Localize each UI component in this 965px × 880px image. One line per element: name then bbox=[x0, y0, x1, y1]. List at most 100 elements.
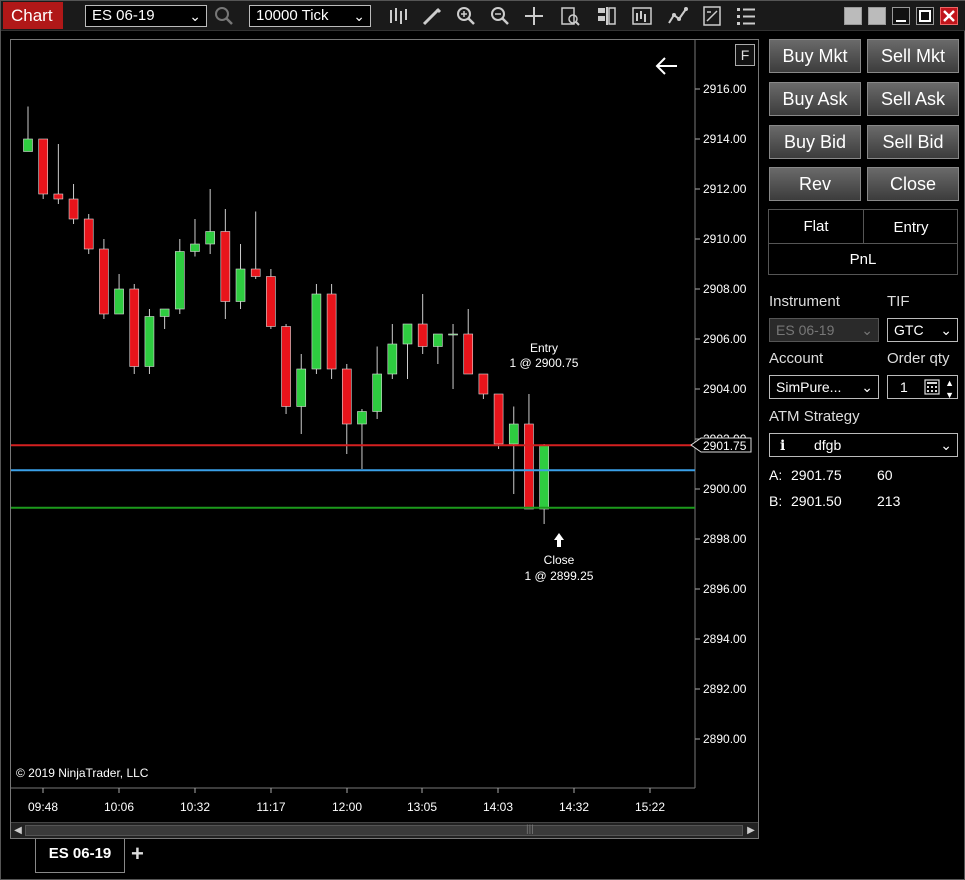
price-tick-label: 2900.00 bbox=[703, 482, 747, 496]
candle-down bbox=[326, 293, 337, 370]
candle bbox=[493, 393, 504, 449]
candle-up bbox=[235, 268, 246, 302]
arrow-left-icon[interactable] bbox=[653, 54, 681, 78]
price-tag: 2901.75 bbox=[690, 437, 752, 453]
maximize-icon bbox=[919, 10, 931, 22]
ask-size: 60 bbox=[877, 467, 893, 483]
price-axis[interactable]: 2916.00 2914.00 2912.00 2910.00 2908.00 2906.… bbox=[695, 82, 747, 746]
candle bbox=[448, 324, 458, 389]
buy-ask-button[interactable]: Buy Ask bbox=[769, 82, 861, 116]
maximize-button[interactable] bbox=[916, 7, 934, 25]
price-tick-label: 2910.00 bbox=[703, 232, 747, 246]
f-button[interactable]: F bbox=[735, 44, 755, 66]
candle bbox=[144, 309, 155, 374]
bid-price: 2901.50 bbox=[791, 493, 842, 509]
candle bbox=[372, 346, 382, 419]
candle bbox=[539, 444, 549, 524]
crosshair-icon[interactable] bbox=[523, 5, 545, 27]
candle bbox=[83, 214, 94, 254]
reverse-button[interactable]: Rev bbox=[769, 167, 861, 201]
strategies-icon[interactable] bbox=[667, 5, 689, 27]
add-tab-button[interactable]: + bbox=[131, 841, 144, 867]
indicators-icon[interactable] bbox=[631, 5, 653, 27]
candle-down bbox=[129, 288, 140, 367]
tif-select[interactable]: GTC ⌄ bbox=[887, 318, 958, 342]
price-tick-label: 2896.00 bbox=[703, 582, 747, 596]
candle bbox=[99, 239, 109, 319]
chevron-down-icon: ⌄ bbox=[353, 8, 365, 24]
instrument-field-value: ES 06-19 bbox=[776, 322, 835, 338]
templates-icon[interactable] bbox=[701, 5, 723, 27]
decrement-icon[interactable]: ▼ bbox=[945, 384, 954, 398]
candle bbox=[281, 324, 291, 414]
chevron-down-icon: ⌄ bbox=[861, 379, 873, 395]
chevron-down-icon: ⌄ bbox=[189, 8, 201, 24]
candle bbox=[478, 373, 489, 399]
price-chart[interactable]: 2916.00 2914.00 2912.00 2910.00 2908.00 2906.… bbox=[11, 40, 758, 822]
bar-type-icon[interactable] bbox=[387, 5, 409, 27]
chevron-down-icon: ⌄ bbox=[940, 322, 952, 338]
horizontal-scrollbar[interactable]: ◀ ||| ▶ bbox=[11, 822, 758, 838]
time-tick-label: 14:32 bbox=[559, 800, 589, 814]
candle bbox=[402, 323, 413, 379]
pencil-drawing-icon[interactable] bbox=[421, 5, 443, 27]
candle-down bbox=[281, 326, 291, 407]
entry-detail-label: 1 @ 2900.75 bbox=[510, 356, 579, 370]
candle-up bbox=[205, 231, 215, 245]
candle-up bbox=[357, 411, 367, 425]
candle bbox=[53, 144, 64, 204]
candle bbox=[38, 138, 48, 199]
close-window-button[interactable] bbox=[940, 7, 958, 25]
buy-mkt-button[interactable]: Buy Mkt bbox=[769, 39, 861, 73]
candle bbox=[235, 244, 246, 309]
time-axis[interactable]: 09:48 10:06 10:32 11:17 12:00 13:05 14:03 14:32… bbox=[28, 788, 665, 814]
window-color-button[interactable] bbox=[844, 7, 862, 25]
close-label: Close bbox=[544, 553, 575, 567]
scroll-thumb[interactable]: ||| bbox=[25, 824, 743, 836]
zoom-in-icon[interactable] bbox=[455, 5, 477, 27]
tif-select-value: GTC bbox=[894, 322, 924, 338]
candle-down bbox=[266, 276, 276, 327]
chart-trader-icon[interactable] bbox=[595, 5, 617, 27]
window-link-button[interactable] bbox=[868, 7, 886, 25]
candle bbox=[387, 324, 398, 379]
scroll-left-icon[interactable]: ◀ bbox=[11, 823, 25, 839]
candle-up bbox=[372, 373, 382, 412]
candle-up bbox=[190, 243, 200, 252]
sell-bid-button[interactable]: Sell Bid bbox=[867, 125, 959, 159]
sell-ask-button[interactable]: Sell Ask bbox=[867, 82, 959, 116]
account-select[interactable]: SimPure... ⌄ bbox=[769, 375, 879, 399]
chart-panel[interactable]: 2916.00 2914.00 2912.00 2910.00 2908.00 2906.… bbox=[10, 39, 759, 839]
minimize-button[interactable] bbox=[892, 7, 910, 25]
atm-strategy-select[interactable]: i dfgb ⌄ bbox=[769, 433, 958, 457]
calculator-icon[interactable] bbox=[924, 379, 940, 395]
instrument-selector[interactable]: ES 06-19 ⌄ bbox=[85, 5, 207, 27]
grip-icon: ||| bbox=[526, 824, 534, 835]
atm-strategy-label: ATM Strategy bbox=[769, 408, 860, 425]
pnl-label: PnL bbox=[849, 251, 877, 268]
properties-list-icon[interactable] bbox=[735, 5, 757, 27]
time-tick-label: 12:00 bbox=[332, 800, 362, 814]
zoom-out-icon[interactable] bbox=[489, 5, 511, 27]
tab-es-06-19[interactable]: ES 06-19 bbox=[35, 839, 125, 873]
candle-down bbox=[341, 368, 352, 425]
info-icon[interactable]: i bbox=[780, 438, 785, 454]
buy-bid-button[interactable]: Buy Bid bbox=[769, 125, 861, 159]
copyright-text: © 2019 NinjaTrader, LLC bbox=[16, 766, 149, 780]
order-qty-stepper[interactable]: 1 ▲ ▼ bbox=[887, 375, 958, 399]
chevron-down-icon: ⌄ bbox=[861, 322, 873, 338]
close-position-button[interactable]: Close bbox=[867, 167, 959, 201]
candle bbox=[311, 284, 322, 374]
candle bbox=[341, 364, 352, 454]
price-tick-label: 2908.00 bbox=[703, 282, 747, 296]
sell-mkt-button[interactable]: Sell Mkt bbox=[867, 39, 959, 73]
data-box-icon[interactable] bbox=[559, 5, 581, 27]
interval-selector[interactable]: 10000 Tick ⌄ bbox=[249, 5, 371, 27]
price-tick-label: 2906.00 bbox=[703, 332, 747, 346]
scroll-right-icon[interactable]: ▶ bbox=[744, 823, 758, 839]
candle-down bbox=[417, 323, 428, 347]
search-icon[interactable] bbox=[213, 5, 235, 27]
candle-down bbox=[493, 393, 504, 445]
interval-selector-value: 10000 Tick bbox=[256, 7, 329, 24]
time-tick-label: 13:05 bbox=[407, 800, 437, 814]
